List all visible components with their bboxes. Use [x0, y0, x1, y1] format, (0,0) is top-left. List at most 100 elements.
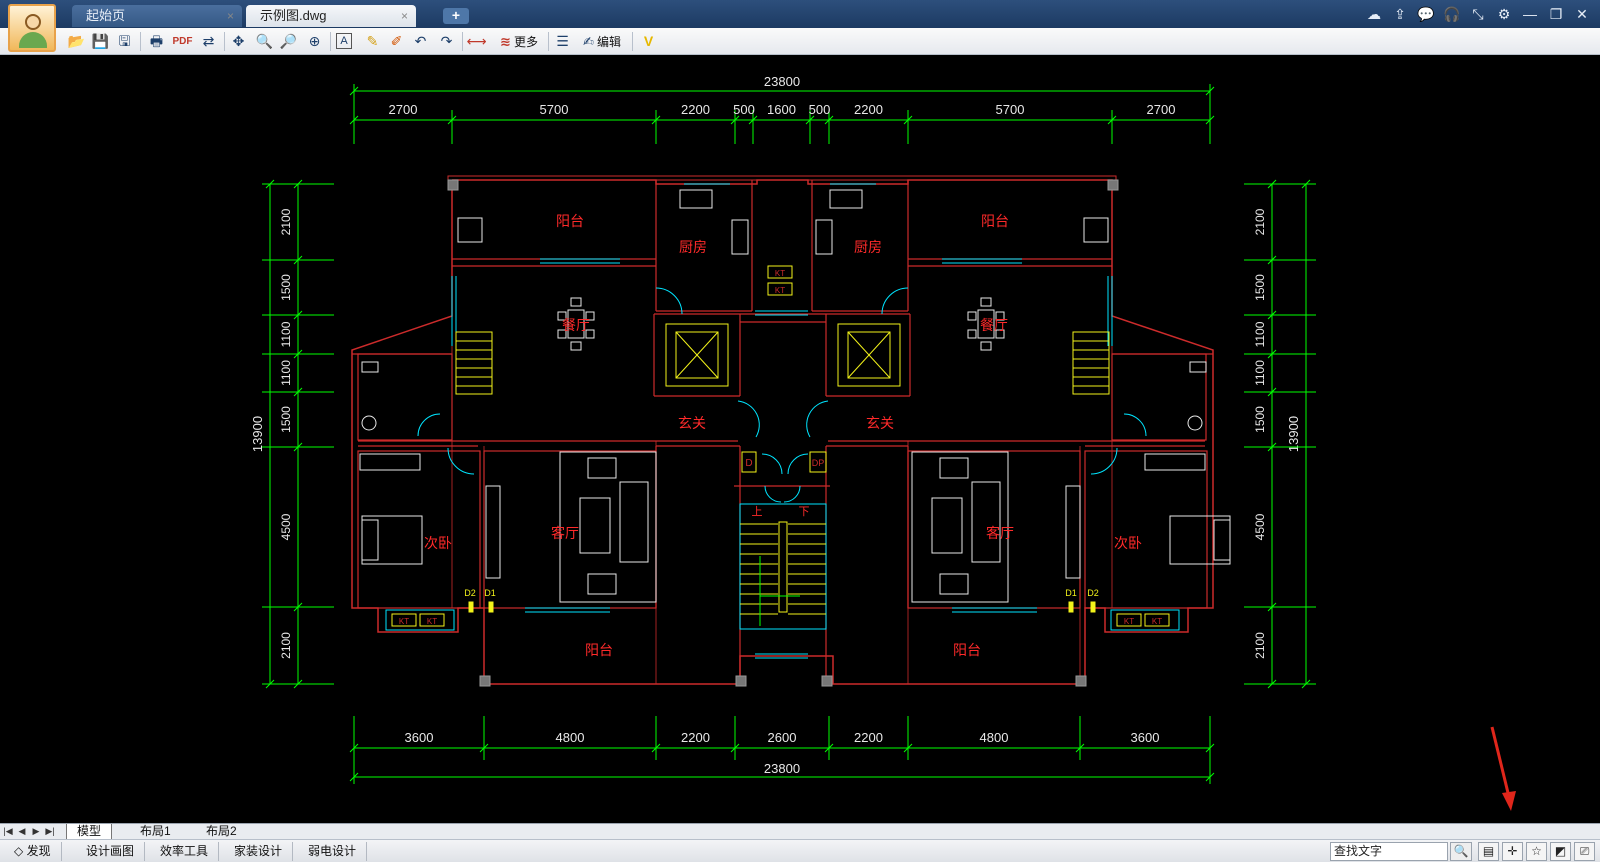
- dining-chair: [967, 329, 977, 339]
- zoom-extents-icon[interactable]: 🔎: [278, 31, 299, 52]
- room-label: 玄关: [866, 415, 894, 431]
- zoom-previous-icon[interactable]: ⊕: [304, 31, 325, 52]
- pan-icon[interactable]: ✥: [228, 31, 249, 52]
- dining-chair: [967, 311, 977, 321]
- dim-top-label: 500: [733, 102, 755, 117]
- dim-right-label: 2100: [1253, 632, 1267, 659]
- save-as-icon[interactable]: 🖫: [114, 31, 135, 52]
- room-label: 餐厅: [980, 317, 1008, 333]
- kt-label: KT: [427, 617, 437, 626]
- bedroom-left-wall: [357, 450, 481, 609]
- armchair: [939, 457, 969, 479]
- last-layout-icon[interactable]: ▶|: [44, 824, 56, 839]
- stair-down-label: 下: [799, 506, 810, 518]
- restore-button[interactable]: ❐: [1546, 4, 1566, 24]
- more-label: 更多: [513, 35, 538, 49]
- dim-right-label: 4500: [1253, 513, 1267, 540]
- measure-icon[interactable]: ⟷: [466, 31, 487, 52]
- washing-machine: [457, 217, 483, 243]
- door-arc: [1090, 447, 1118, 475]
- status-bar: ◇ 发现 设计画图 效率工具 家装设计 弱电设计 查找文字 🔍 ▤ ✛ ☆ ◩ …: [0, 839, 1600, 862]
- tab-start-page-label: 起始页: [86, 8, 126, 23]
- tv-cabinet: [1065, 485, 1081, 579]
- headset-icon[interactable]: 🎧: [1442, 4, 1462, 24]
- coffee-table: [579, 497, 611, 554]
- room-label: 厨房: [854, 239, 882, 255]
- user-avatar[interactable]: [8, 4, 56, 52]
- column: [821, 675, 833, 687]
- fullscreen-icon[interactable]: ⤡: [1468, 4, 1488, 24]
- print-icon[interactable]: 🖶: [146, 31, 167, 52]
- door-arc: [764, 485, 782, 503]
- bath-left-wall: [357, 353, 453, 441]
- drawing-canvas[interactable]: 23800 2700 5700 2200 500 1600 500 2200 5700 2700 3…: [0, 56, 1600, 824]
- dim-top-label: 2200: [854, 102, 883, 117]
- building-outline: [351, 179, 1214, 685]
- edit-button[interactable]: ✍ 编辑: [577, 31, 627, 52]
- close-icon[interactable]: ×: [227, 5, 234, 27]
- weak-current-design-button[interactable]: 弱电设计: [298, 842, 368, 861]
- new-tab-button[interactable]: +: [443, 8, 469, 24]
- toolbar: 📂 💾 🖫 🖶 PDF ⇄ ✥ 🔍 🔎 ⊕ A ✎ ✐ ↶ ↷ ⟷ ≋ 更多 ☰ …: [0, 28, 1600, 55]
- layout-icon[interactable]: ⎚: [1574, 842, 1595, 861]
- room-label: 次卧: [424, 535, 452, 551]
- text-icon[interactable]: A: [336, 33, 352, 49]
- search-icon[interactable]: 🔍: [1450, 842, 1472, 861]
- export-icon[interactable]: ⇄: [198, 31, 219, 52]
- dim-right-label: 1500: [1253, 406, 1267, 433]
- efficiency-tools-button[interactable]: 效率工具: [150, 842, 220, 861]
- prev-layout-icon[interactable]: ◀: [16, 824, 28, 839]
- pillow: [1213, 519, 1231, 561]
- tab-model[interactable]: 模型: [66, 824, 113, 839]
- door-arc: [655, 287, 683, 315]
- kitchen-sink: [829, 189, 863, 209]
- open-file-icon[interactable]: 📂: [66, 31, 87, 52]
- share-icon[interactable]: ⇪: [1390, 4, 1410, 24]
- avatar-head-icon: [25, 14, 41, 30]
- avatar-body-icon: [19, 32, 47, 48]
- 3d-view-icon[interactable]: ◩: [1550, 842, 1571, 861]
- star-icon[interactable]: ☆: [1526, 842, 1547, 861]
- layers-icon[interactable]: ☰: [552, 31, 573, 52]
- minimize-button[interactable]: —: [1520, 4, 1540, 24]
- tv-cabinet: [485, 485, 501, 579]
- design-drawing-button[interactable]: 设计画图: [76, 842, 146, 861]
- close-button[interactable]: ✕: [1572, 4, 1592, 24]
- search-text-input[interactable]: 查找文字: [1330, 842, 1448, 861]
- tab-layout1[interactable]: 布局1: [130, 824, 181, 839]
- column: [447, 179, 459, 191]
- tab-drawing[interactable]: 示例图.dwg ×: [246, 5, 416, 27]
- pdf-export-icon[interactable]: PDF: [172, 31, 193, 52]
- cloud-icon[interactable]: ☁: [1364, 4, 1384, 24]
- crosshair-icon[interactable]: ✛: [1502, 842, 1523, 861]
- save-icon[interactable]: 💾: [90, 31, 111, 52]
- tag-d: D: [745, 458, 752, 469]
- home-design-button[interactable]: 家装设计: [224, 842, 294, 861]
- chat-icon[interactable]: 💬: [1416, 4, 1436, 24]
- more-button[interactable]: ≋ 更多: [494, 31, 544, 52]
- undo-icon[interactable]: ↶: [410, 31, 431, 52]
- door-arc: [737, 400, 760, 438]
- redo-icon[interactable]: ↷: [436, 31, 457, 52]
- gear-icon[interactable]: ⚙: [1494, 4, 1514, 24]
- dim-bottom-label: 2200: [854, 730, 883, 745]
- pillow: [361, 519, 379, 561]
- tab-start-page[interactable]: 起始页 ×: [72, 5, 242, 27]
- zoom-window-icon[interactable]: 🔍: [254, 31, 275, 52]
- room-label: 阳台: [953, 642, 981, 658]
- window-controls: ☁ ⇪ 💬 🎧 ⤡ ⚙ — ❐ ✕: [1364, 4, 1592, 24]
- vip-icon[interactable]: V: [638, 31, 659, 52]
- tab-layout2[interactable]: 布局2: [196, 824, 247, 839]
- tag-d1: D1: [1065, 588, 1077, 598]
- next-layout-icon[interactable]: ▶: [30, 824, 42, 839]
- door-marker: [488, 601, 494, 613]
- coffee-table: [931, 497, 963, 554]
- close-icon[interactable]: ×: [401, 5, 408, 27]
- door-arc: [783, 485, 801, 503]
- pencil-icon[interactable]: ✎: [362, 31, 383, 52]
- first-layout-icon[interactable]: |◀: [2, 824, 14, 839]
- discover-button[interactable]: ◇ 发现: [4, 842, 62, 861]
- dim-top-label: 2700: [389, 102, 418, 117]
- sheet-icon[interactable]: ▤: [1478, 842, 1499, 861]
- markup-icon[interactable]: ✐: [386, 31, 407, 52]
